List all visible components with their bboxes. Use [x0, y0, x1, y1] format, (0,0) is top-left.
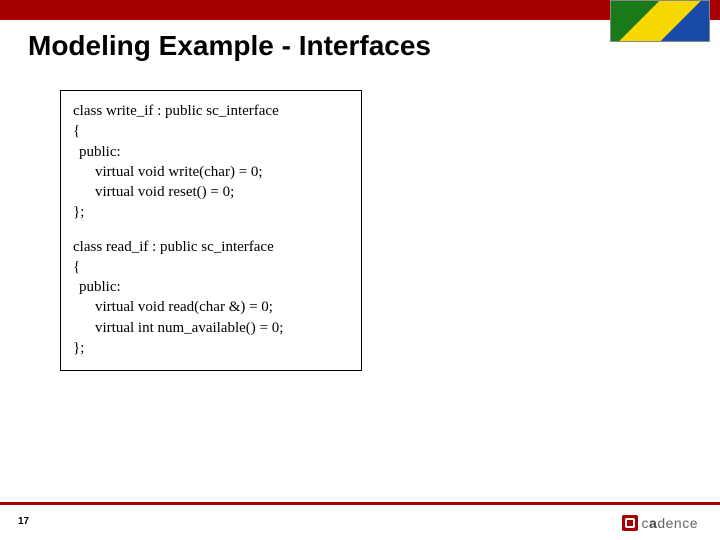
code-line: {	[73, 257, 349, 277]
logo-icon	[622, 515, 638, 531]
code-line: virtual void reset() = 0;	[73, 182, 349, 202]
code-line: virtual void read(char &) = 0;	[73, 297, 349, 317]
code-line: virtual void write(char) = 0;	[73, 162, 349, 182]
code-line: };	[73, 338, 349, 358]
code-box: class write_if : public sc_interface { p…	[60, 90, 362, 371]
code-line: class write_if : public sc_interface	[73, 101, 349, 121]
footer-accent-bar	[0, 502, 720, 505]
code-line: class read_if : public sc_interface	[73, 237, 349, 257]
code-block-read-if: class read_if : public sc_interface { pu…	[73, 237, 349, 359]
slide: Modeling Example - Interfaces class writ…	[0, 0, 720, 540]
page-number: 17	[18, 516, 29, 527]
code-block-write-if: class write_if : public sc_interface { p…	[73, 101, 349, 223]
code-line: public:	[73, 142, 349, 162]
code-line: virtual int num_available() = 0;	[73, 318, 349, 338]
flag-image	[610, 0, 710, 42]
code-line: {	[73, 121, 349, 141]
code-line: public:	[73, 277, 349, 297]
brand-logo: cadence	[622, 514, 698, 532]
slide-title: Modeling Example - Interfaces	[28, 30, 431, 62]
code-line: };	[73, 202, 349, 222]
logo-text: cadence	[642, 515, 698, 531]
